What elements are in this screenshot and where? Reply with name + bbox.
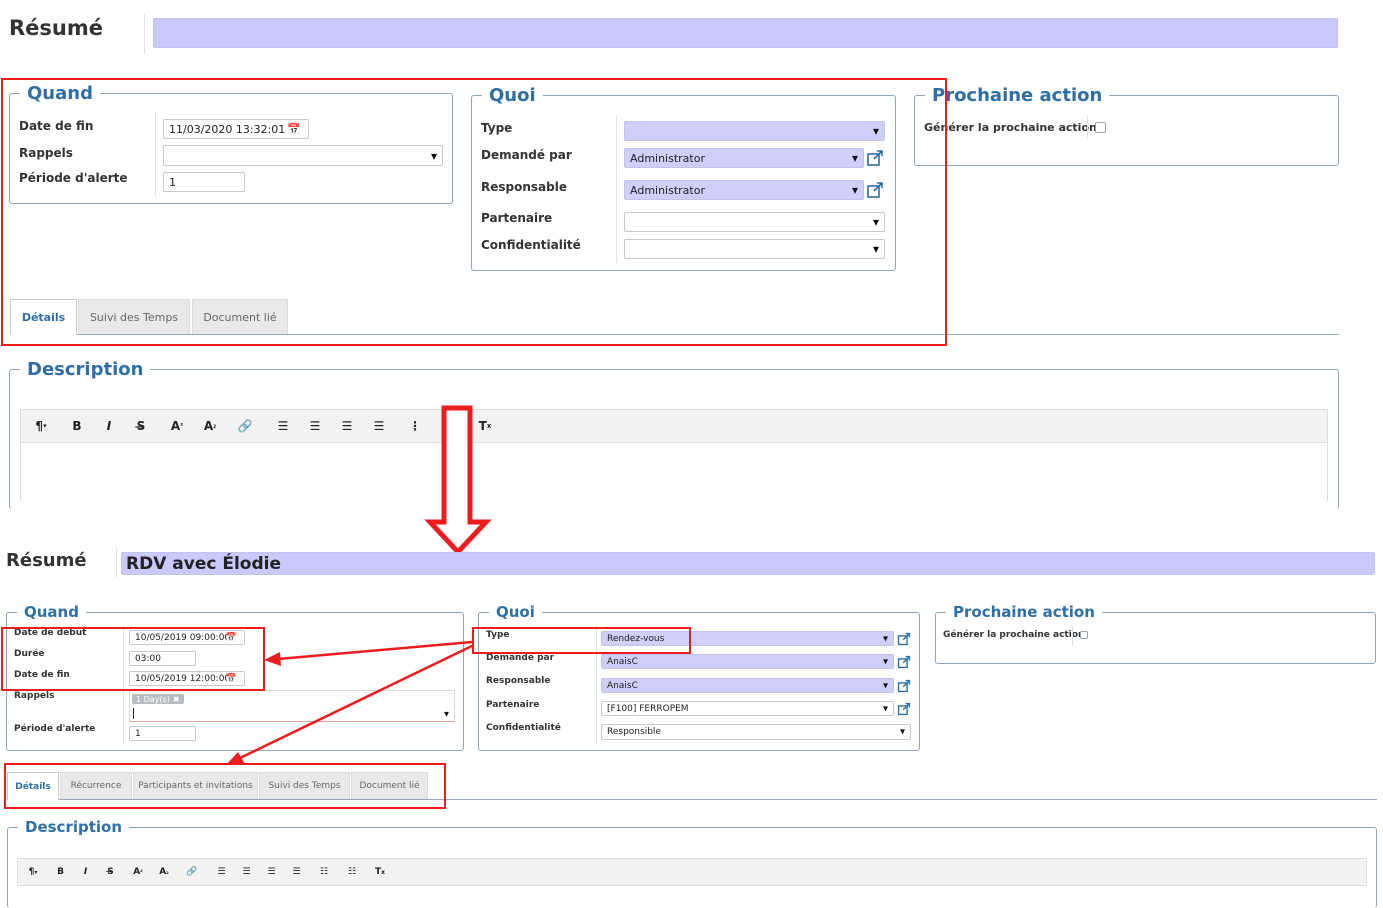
- arrow-to-dates: [277, 640, 473, 661]
- annotation-arrows: [226, 640, 475, 765]
- arrow-head-icon: [226, 752, 245, 765]
- arrow-head-icon: [264, 652, 281, 666]
